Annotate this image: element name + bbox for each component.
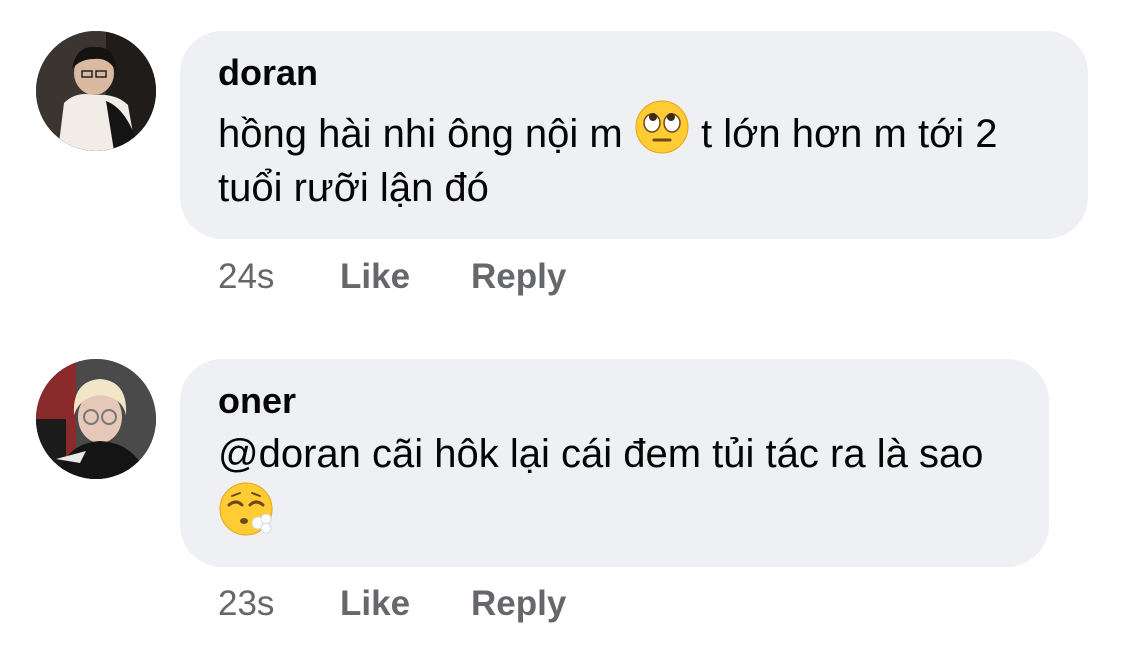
reply-button[interactable]: Reply: [471, 582, 566, 626]
avatar[interactable]: [36, 359, 156, 479]
rolling-eyes-emoji-icon: [635, 100, 689, 154]
comment-author[interactable]: oner: [218, 379, 1011, 423]
like-button[interactable]: Like: [340, 255, 410, 299]
like-button[interactable]: Like: [340, 582, 410, 626]
comment-author[interactable]: doran: [218, 51, 1050, 95]
comment-timestamp[interactable]: 24s: [218, 255, 274, 299]
comment-bubble: oner @doran cãi hôk lại cái đem tủi tác …: [180, 359, 1049, 567]
comment-actions: 24s Like Reply: [218, 255, 638, 299]
comment-bubble: doran hồng hài nhi ông nội m t lớn hơn m…: [180, 31, 1088, 239]
avatar[interactable]: [36, 31, 156, 151]
comment-text-part: @doran cãi hôk lại cái đem tủi tác ra là…: [218, 432, 984, 476]
reply-button[interactable]: Reply: [471, 255, 566, 299]
comment-item: doran hồng hài nhi ông nội m t lớn hơn m…: [0, 0, 1125, 330]
face-exhaling-emoji-icon: [219, 482, 273, 536]
comment-text-part: hồng hài nhi ông nội m: [218, 112, 623, 156]
comment-text: @doran cãi hôk lại cái đem tủi tác ra là…: [218, 427, 1011, 543]
comment-timestamp[interactable]: 23s: [218, 582, 274, 626]
comment-text: hồng hài nhi ông nội m t lớn hơn m tới 2…: [218, 99, 1050, 215]
comment-actions: 23s Like Reply: [218, 582, 638, 626]
comment-item: oner @doran cãi hôk lại cái đem tủi tác …: [0, 330, 1125, 669]
